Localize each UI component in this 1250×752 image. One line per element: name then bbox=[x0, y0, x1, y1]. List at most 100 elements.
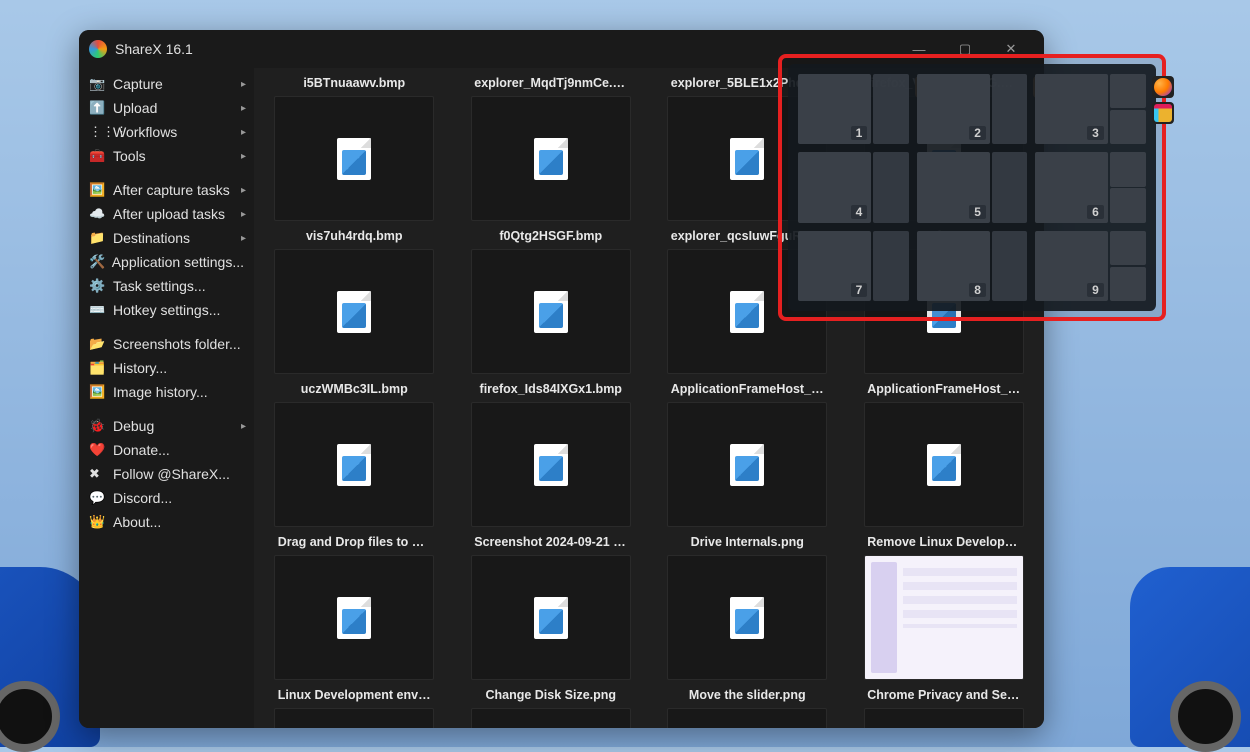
file-thumbnail[interactable] bbox=[864, 708, 1024, 728]
workspace-switcher-overlay: 1 2 3 4 5 6 7 8 9 bbox=[778, 54, 1166, 321]
file-card[interactable]: firefox_Ids84IXGx1.bmp bbox=[455, 378, 648, 527]
file-card[interactable]: Screenshot 2024-09-21 12... bbox=[455, 531, 648, 680]
file-name: Chrome Privacy and Securi... bbox=[861, 684, 1026, 706]
sidebar-item-capture[interactable]: 📷Capture▸ bbox=[79, 72, 254, 96]
file-thumbnail[interactable] bbox=[471, 249, 631, 374]
sidebar-icon: 📁 bbox=[89, 230, 107, 246]
submenu-arrow-icon: ▸ bbox=[241, 209, 246, 220]
file-thumbnail[interactable] bbox=[274, 249, 434, 374]
sidebar-item-after-upload-tasks[interactable]: ☁️After upload tasks▸ bbox=[79, 202, 254, 226]
workspace-pane: 8 bbox=[917, 231, 990, 301]
workspace-cell-2[interactable]: 2 bbox=[917, 74, 1028, 144]
file-card[interactable]: ApplicationFrameHost_Gc... bbox=[651, 378, 844, 527]
sidebar-item-about[interactable]: 👑About... bbox=[79, 510, 254, 534]
sidebar-icon: 👑 bbox=[89, 514, 107, 530]
workspace-pane bbox=[873, 231, 908, 301]
file-thumbnail[interactable] bbox=[471, 96, 631, 221]
window-title: ShareX 16.1 bbox=[115, 41, 193, 57]
workspace-number: 5 bbox=[969, 205, 986, 219]
workspace-pane-split bbox=[1110, 152, 1146, 222]
submenu-arrow-icon: ▸ bbox=[241, 103, 246, 114]
file-card[interactable]: Chrome Privacy and Securi... bbox=[848, 684, 1041, 728]
file-card[interactable]: explorer_MqdTj9nmCe.bmp bbox=[455, 72, 648, 221]
workspace-pane: 9 bbox=[1035, 231, 1107, 301]
file-thumbnail[interactable] bbox=[274, 708, 434, 728]
workspace-number: 2 bbox=[969, 126, 986, 140]
file-card[interactable]: uczWMBc3IL.bmp bbox=[258, 378, 451, 527]
sidebar-item-label: Donate... bbox=[113, 442, 170, 458]
workspace-cell-8[interactable]: 8 bbox=[917, 231, 1028, 301]
image-file-icon bbox=[534, 597, 568, 639]
sidebar-item-label: Destinations bbox=[113, 230, 190, 246]
sidebar-item-destinations[interactable]: 📁Destinations▸ bbox=[79, 226, 254, 250]
file-thumbnail[interactable] bbox=[471, 555, 631, 680]
workspace-grid[interactable]: 1 2 3 4 5 6 7 8 9 bbox=[788, 64, 1156, 311]
workspace-number: 3 bbox=[1087, 126, 1104, 140]
file-thumbnail[interactable] bbox=[274, 555, 434, 680]
sidebar-icon: ⬆️ bbox=[89, 100, 107, 116]
sidebar-item-history[interactable]: 🗂️History... bbox=[79, 356, 254, 380]
sidebar-icon: 🖼️ bbox=[89, 384, 107, 400]
file-card[interactable]: Drive Internals.png bbox=[651, 531, 844, 680]
sidebar-icon: 💬 bbox=[89, 490, 107, 506]
workspace-cell-5[interactable]: 5 bbox=[917, 152, 1028, 222]
workspace-app-indicators bbox=[1152, 76, 1174, 124]
workspace-cell-6[interactable]: 6 bbox=[1035, 152, 1146, 222]
file-thumbnail[interactable] bbox=[864, 555, 1024, 680]
workspace-cell-9[interactable]: 9 bbox=[1035, 231, 1146, 301]
file-card[interactable]: f0Qtg2HSGF.bmp bbox=[455, 225, 648, 374]
file-thumbnail[interactable] bbox=[864, 402, 1024, 527]
sidebar-item-donate[interactable]: ❤️Donate... bbox=[79, 438, 254, 462]
sidebar-item-follow-sharex[interactable]: ✖Follow @ShareX... bbox=[79, 462, 254, 486]
file-thumbnail[interactable] bbox=[274, 96, 434, 221]
file-card[interactable]: Remove Linux Developme... bbox=[848, 531, 1041, 680]
workspace-pane: 6 bbox=[1035, 152, 1107, 222]
image-file-icon bbox=[730, 597, 764, 639]
file-name: i5BTnuaawv.bmp bbox=[297, 72, 411, 94]
sidebar-icon: ☁️ bbox=[89, 206, 107, 222]
file-card[interactable]: Linux Development enviro... bbox=[258, 684, 451, 728]
file-card[interactable]: i5BTnuaawv.bmp bbox=[258, 72, 451, 221]
sidebar-item-task-settings[interactable]: ⚙️Task settings... bbox=[79, 274, 254, 298]
file-card[interactable]: Drag and Drop files to Goo... bbox=[258, 531, 451, 680]
image-file-icon bbox=[337, 138, 371, 180]
sharex-app-icon bbox=[89, 40, 107, 58]
sidebar-icon: 🗂️ bbox=[89, 360, 107, 376]
sidebar-item-screenshots-folder[interactable]: 📂Screenshots folder... bbox=[79, 332, 254, 356]
image-file-icon bbox=[730, 444, 764, 486]
file-name: vis7uh4rdq.bmp bbox=[300, 225, 409, 247]
workspace-cell-4[interactable]: 4 bbox=[798, 152, 909, 222]
file-card[interactable]: Move the slider.png bbox=[651, 684, 844, 728]
file-thumbnail[interactable] bbox=[471, 708, 631, 728]
sidebar-item-image-history[interactable]: 🖼️Image history... bbox=[79, 380, 254, 404]
sidebar-item-label: Task settings... bbox=[113, 278, 206, 294]
file-card[interactable]: Change Disk Size.png bbox=[455, 684, 648, 728]
file-thumbnail[interactable] bbox=[667, 402, 827, 527]
file-thumbnail[interactable] bbox=[667, 555, 827, 680]
file-thumbnail[interactable] bbox=[274, 402, 434, 527]
file-card[interactable]: ApplicationFrameHost_Kd... bbox=[848, 378, 1041, 527]
sidebar-icon: 🐞 bbox=[89, 418, 107, 434]
workspace-cell-7[interactable]: 7 bbox=[798, 231, 909, 301]
workspace-number: 9 bbox=[1087, 283, 1104, 297]
sidebar-item-discord[interactable]: 💬 Discord... bbox=[79, 486, 254, 510]
image-file-icon bbox=[337, 597, 371, 639]
sidebar-icon: ⋮⋮⋮ bbox=[89, 124, 107, 140]
workspace-number: 7 bbox=[851, 283, 868, 297]
sidebar-item-tools[interactable]: 🧰Tools▸ bbox=[79, 144, 254, 168]
sidebar-item-label: Discord... bbox=[113, 490, 172, 506]
sidebar-item-upload[interactable]: ⬆️Upload▸ bbox=[79, 96, 254, 120]
workspace-pane bbox=[992, 74, 1027, 144]
file-thumbnail[interactable] bbox=[471, 402, 631, 527]
sidebar-item-debug[interactable]: 🐞Debug▸ bbox=[79, 414, 254, 438]
sidebar-item-after-capture-tasks[interactable]: 🖼️After capture tasks▸ bbox=[79, 178, 254, 202]
file-card[interactable]: vis7uh4rdq.bmp bbox=[258, 225, 451, 374]
sidebar-item-workflows[interactable]: ⋮⋮⋮Workflows▸ bbox=[79, 120, 254, 144]
workspace-cell-3[interactable]: 3 bbox=[1035, 74, 1146, 144]
workspace-cell-1[interactable]: 1 bbox=[798, 74, 909, 144]
file-name: Drag and Drop files to Goo... bbox=[272, 531, 437, 553]
sidebar-item-application-settings[interactable]: 🛠️Application settings... bbox=[79, 250, 254, 274]
sidebar-item-label: After capture tasks bbox=[113, 182, 230, 198]
sidebar-item-hotkey-settings[interactable]: ⌨️Hotkey settings... bbox=[79, 298, 254, 322]
file-thumbnail[interactable] bbox=[667, 708, 827, 728]
